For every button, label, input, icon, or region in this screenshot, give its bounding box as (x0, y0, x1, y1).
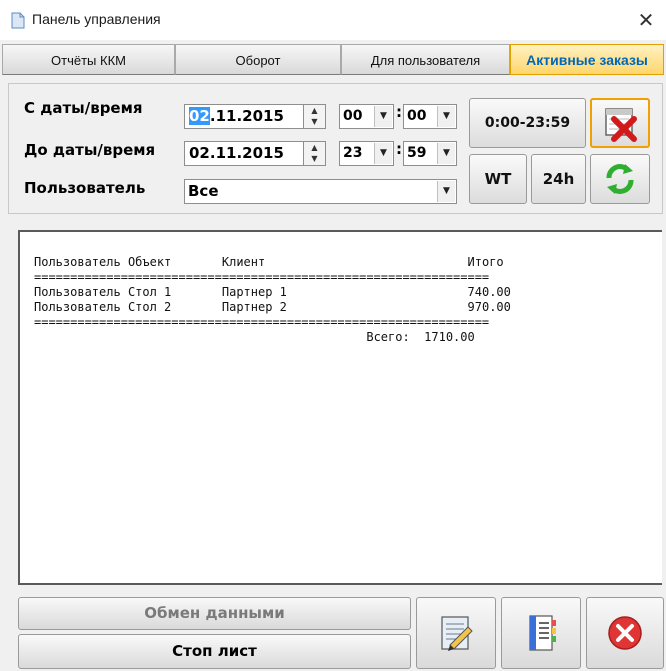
separator-line: ========================================… (34, 270, 490, 284)
refresh-button[interactable] (590, 154, 650, 204)
separator-line: ========================================… (34, 315, 490, 329)
notepad-icon (529, 615, 556, 651)
tab-turnover[interactable]: Оборот (175, 44, 341, 75)
wt-button[interactable]: WT (469, 154, 527, 204)
24h-button[interactable]: 24h (531, 154, 586, 204)
from-hour-select[interactable]: 00 ▼ (339, 104, 394, 129)
to-date-field[interactable]: 02.11.2015 (184, 141, 304, 166)
grand-total-value: 1710.00 (424, 330, 475, 344)
tab-active-orders[interactable]: Активные заказы (510, 44, 664, 75)
data-exchange-button[interactable]: Обмен данными (18, 597, 411, 630)
chevron-down-icon[interactable]: ▼ (437, 181, 455, 202)
spinner-up-icon[interactable]: ▲ (304, 142, 325, 153)
window: Панель управления ✕ Отчёты ККМ Оборот Дл… (0, 0, 666, 671)
time-separator: : (396, 140, 402, 158)
tab-for-user[interactable]: Для пользователя (341, 44, 510, 75)
window-app-icon (11, 12, 25, 29)
report-row-user: Пользователь (34, 300, 121, 314)
report-row-total: 970.00 (467, 300, 511, 314)
grand-total-label: Всего: (366, 330, 410, 344)
to-hour-value: 23 (343, 145, 363, 161)
report-row-client: Партнер 1 (221, 285, 287, 299)
stop-list-button[interactable]: Стоп лист (18, 634, 411, 669)
clear-calendar-icon (605, 108, 637, 142)
chevron-down-icon[interactable]: ▼ (437, 143, 455, 164)
report-row-total: 740.00 (467, 285, 511, 299)
report-row-object: Стол 2 (127, 300, 172, 314)
close-icon (608, 616, 642, 650)
from-date-rest: .11.2015 (209, 107, 284, 125)
from-date-selected-part: 02 (189, 107, 210, 125)
col-header-object: Объект (127, 255, 172, 269)
chevron-down-icon[interactable]: ▼ (437, 106, 455, 127)
window-close-icon[interactable]: ✕ (634, 8, 658, 32)
to-date-spinner[interactable]: ▲ ▼ (304, 141, 326, 166)
col-header-client: Клиент (221, 255, 266, 269)
report-row-client: Партнер 2 (221, 300, 287, 314)
to-minute-value: 59 (407, 145, 427, 161)
report-edit-icon (441, 616, 473, 651)
tab-bar: Отчёты ККМ Оборот Для пользователя Актив… (2, 44, 664, 77)
user-select[interactable]: Все ▼ (184, 179, 457, 204)
to-hour-select[interactable]: 23 ▼ (339, 141, 394, 166)
tab-kkm-reports[interactable]: Отчёты ККМ (2, 44, 175, 75)
col-header-user: Пользователь (34, 255, 121, 269)
clear-button[interactable] (590, 98, 650, 148)
to-minute-select[interactable]: 59 ▼ (403, 141, 457, 166)
window-title: Панель управления (32, 11, 161, 27)
user-label: Пользователь (24, 179, 146, 197)
report-edit-button[interactable] (416, 597, 496, 669)
to-datetime-label: До даты/время (24, 141, 156, 159)
from-date-spinner[interactable]: ▲ ▼ (304, 104, 326, 129)
chevron-down-icon[interactable]: ▼ (374, 143, 392, 164)
col-header-total: Итого (467, 255, 504, 269)
time-separator: : (396, 103, 402, 121)
exit-button[interactable] (586, 597, 664, 669)
report-area: Пользователь Объект Клиент Итого =======… (18, 230, 662, 585)
report-row-object: Стол 1 (127, 285, 172, 299)
title-bar: Панель управления ✕ (0, 0, 666, 40)
filter-panel: С даты/время 02.11.2015 ▲ ▼ 00 ▼ : 00 ▼ До … (8, 83, 663, 214)
spinner-down-icon[interactable]: ▼ (304, 116, 325, 127)
user-value: Все (188, 182, 219, 200)
from-date-field[interactable]: 02.11.2015 (184, 104, 304, 129)
from-datetime-label: С даты/время (24, 99, 143, 117)
refresh-icon (606, 164, 634, 194)
report-text: Пользователь Объект Клиент Итого =======… (34, 255, 511, 345)
time-range-button[interactable]: 0:00-23:59 (469, 98, 586, 148)
from-minute-select[interactable]: 00 ▼ (403, 104, 457, 129)
spinner-down-icon[interactable]: ▼ (304, 153, 325, 164)
from-hour-value: 00 (343, 108, 363, 124)
from-minute-value: 00 (407, 108, 427, 124)
report-row-user: Пользователь (34, 285, 121, 299)
notes-button[interactable] (501, 597, 581, 669)
chevron-down-icon[interactable]: ▼ (374, 106, 392, 127)
spinner-up-icon[interactable]: ▲ (304, 105, 325, 116)
